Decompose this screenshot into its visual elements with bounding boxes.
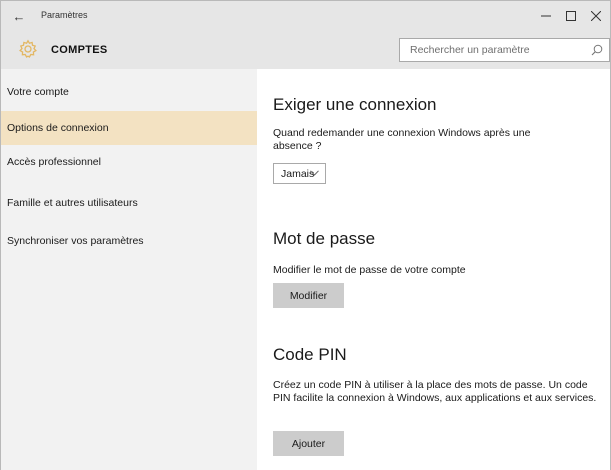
close-button[interactable]: [585, 5, 607, 27]
pin-heading: Code PIN: [273, 345, 347, 364]
close-icon: [591, 11, 601, 21]
sidebar-item-votre-compte[interactable]: Votre compte: [1, 75, 257, 109]
sidebar-item-label: Accès professionnel: [7, 156, 101, 168]
sidebar: Votre compte Options de connexion Accès …: [1, 69, 257, 470]
title-bar: ← Paramètres: [1, 1, 610, 31]
search-input[interactable]: [400, 39, 585, 61]
password-description: Modifier le mot de passe de votre compte: [273, 264, 466, 276]
signin-delay-select[interactable]: Jamais: [273, 163, 326, 184]
pin-description: Créez un code PIN à utiliser à la place …: [273, 379, 597, 404]
settings-window: ← Paramètres COMPTES Rechercher un param…: [0, 0, 611, 470]
sidebar-item-options-de-connexion[interactable]: Options de connexion: [1, 111, 257, 145]
chevron-down-icon: [310, 170, 319, 176]
password-heading: Mot de passe: [273, 229, 376, 248]
main-content: Exiger une connexion Quand redemander un…: [257, 69, 610, 470]
add-pin-button[interactable]: Ajouter: [273, 431, 344, 456]
sidebar-item-label: Options de connexion: [7, 122, 109, 134]
sidebar-item-famille[interactable]: Famille et autres utilisateurs: [1, 186, 257, 220]
window-title: Paramètres: [41, 10, 88, 20]
sidebar-item-acces-professionnel[interactable]: Accès professionnel: [1, 145, 257, 179]
back-button[interactable]: ←: [9, 6, 29, 26]
back-arrow-icon: ←: [12, 8, 26, 24]
maximize-icon: [566, 11, 576, 21]
search-icon[interactable]: [591, 44, 603, 56]
gear-icon: [18, 39, 38, 59]
sidebar-item-synchroniser[interactable]: Synchroniser vos paramètres: [1, 224, 257, 258]
signin-question: Quand redemander une connexion Windows a…: [273, 127, 531, 152]
sidebar-item-label: Famille et autres utilisateurs: [7, 197, 138, 209]
maximize-button[interactable]: [560, 5, 582, 27]
section-header: COMPTES: [1, 31, 610, 69]
sidebar-item-label: Synchroniser vos paramètres: [7, 235, 144, 247]
page-title: COMPTES: [51, 44, 108, 56]
minimize-button[interactable]: [535, 5, 557, 27]
minimize-icon: [541, 15, 551, 17]
change-password-button[interactable]: Modifier: [273, 283, 344, 308]
signin-heading: Exiger une connexion: [273, 95, 437, 114]
sidebar-item-label: Votre compte: [7, 86, 69, 98]
search-box[interactable]: [399, 38, 610, 62]
